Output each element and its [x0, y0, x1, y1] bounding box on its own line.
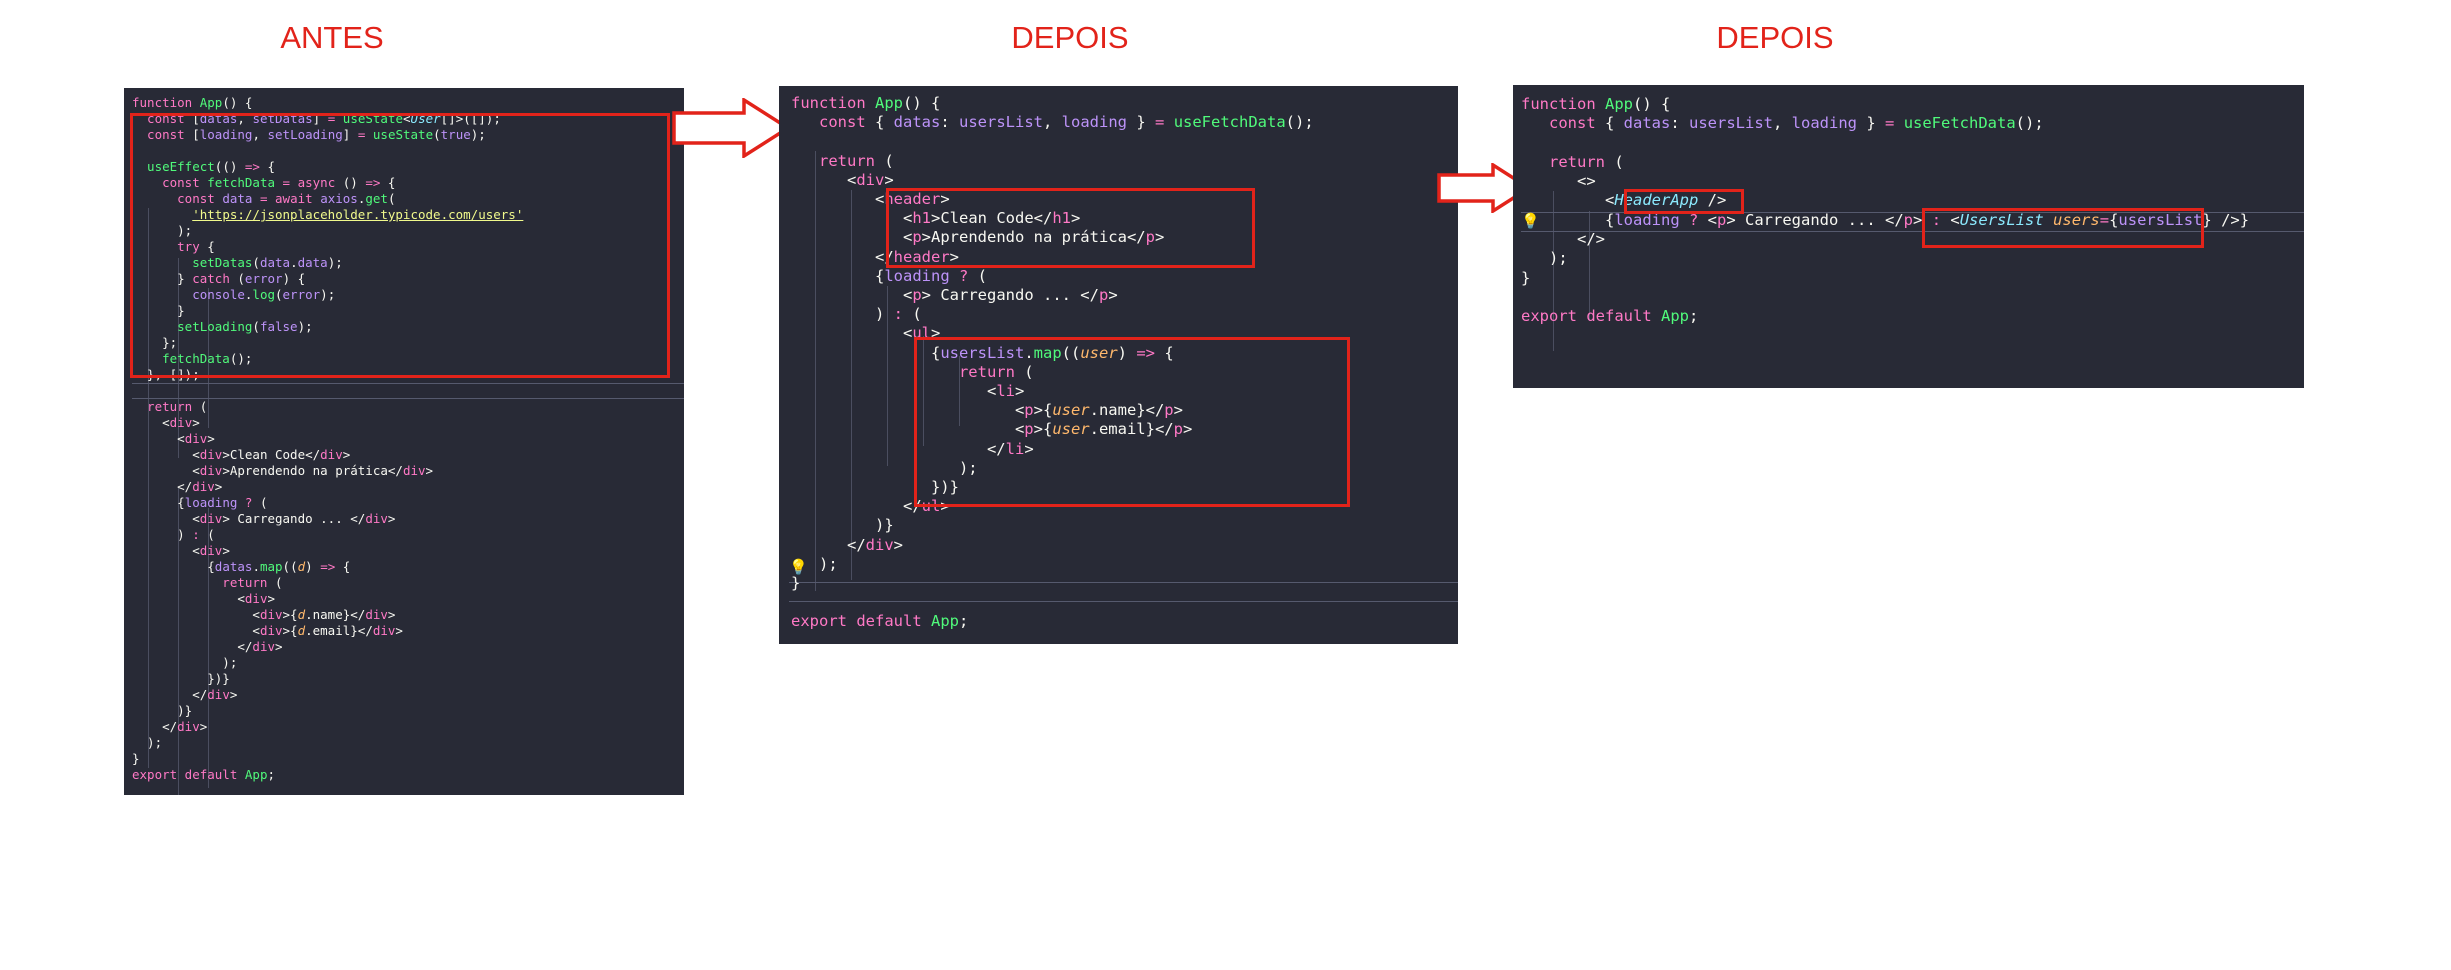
highlight-box-users-list-component [1922, 208, 2204, 248]
highlight-box-header-app [1624, 189, 1744, 214]
code-line: const { datas: usersList, loading } = us… [791, 113, 1314, 132]
code-line: const { datas: usersList, loading } = us… [1521, 114, 2044, 133]
title-after-2: DEPOIS [1716, 20, 1834, 55]
code-line: ); [132, 655, 238, 670]
code-line: return ( [132, 399, 208, 414]
code-line: } [132, 751, 140, 766]
code-line: ); [1521, 249, 1568, 268]
code-line: </> [1521, 230, 1605, 249]
code-line: ) : ( [791, 305, 922, 324]
code-line: </div> [791, 535, 903, 554]
code-line: export default App; [132, 767, 275, 782]
code-line: <p> Carregando ... </p> [791, 286, 1118, 305]
code-line: </div> [132, 479, 223, 494]
code-line: <div>{d.name}</div> [132, 607, 396, 622]
code-line: {loading ? ( [132, 495, 268, 510]
code-line: <div> [791, 170, 894, 189]
title-after-1: DEPOIS [1011, 20, 1129, 55]
arrow-right-icon [672, 98, 792, 158]
title-before: ANTES [280, 20, 384, 55]
code-line: <> [1521, 172, 1596, 191]
code-line: export default App; [1521, 307, 1699, 326]
highlight-box-state-effect [130, 113, 670, 378]
code-line: function App() { [132, 95, 253, 110]
code-line: } [791, 574, 801, 593]
code-line: return ( [1521, 152, 1624, 171]
code-line: <div> [132, 431, 215, 446]
highlight-box-users-list [914, 337, 1350, 507]
code-line: return ( [791, 151, 894, 170]
code-line: )} [132, 703, 193, 718]
code-line: {datas.map((d) => { [132, 559, 351, 574]
code-line: function App() { [791, 94, 941, 112]
code-line: <div> Carregando ... </div> [132, 511, 396, 526]
code-line: ); [791, 554, 838, 573]
code-line: </div> [132, 719, 208, 734]
code-line: function App() { [1521, 95, 1671, 113]
code-line: export default App; [791, 612, 969, 631]
code-line: <div>{d.email}</div> [132, 623, 403, 638]
code-line: ) : ( [132, 527, 215, 542]
highlight-box-header [886, 188, 1255, 268]
code-line: <div> [132, 543, 230, 558]
code-line: ); [132, 735, 163, 750]
code-line: </div> [132, 687, 238, 702]
code-line: } [1521, 268, 1531, 287]
code-line: })} [132, 671, 230, 686]
code-line: <div>Aprendendo na prática</div> [132, 463, 434, 478]
code-line: <div> [132, 591, 275, 606]
code-line: <div>Clean Code</div> [132, 447, 351, 462]
code-line: return ( [132, 575, 283, 590]
code-line: )} [791, 516, 894, 535]
code-line: </div> [132, 639, 283, 654]
code-line: {loading ? ( [791, 266, 988, 285]
code-line: <div> [132, 415, 200, 430]
